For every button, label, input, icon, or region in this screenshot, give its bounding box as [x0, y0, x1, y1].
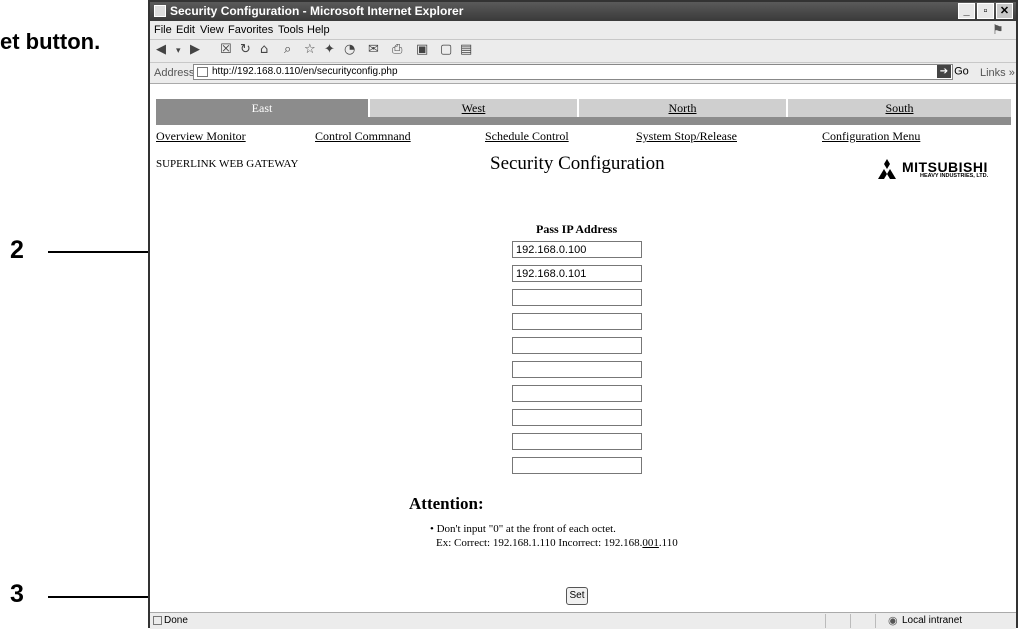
mail-icon[interactable]: ✉	[368, 42, 379, 57]
nav-control-command[interactable]: Control Commnand	[315, 129, 411, 144]
pass-ip-field-8[interactable]	[512, 409, 642, 426]
research-icon[interactable]: ▤	[460, 42, 472, 57]
refresh-icon[interactable]: ↻	[240, 42, 251, 57]
go-button[interactable]: ➔ Go	[937, 65, 969, 78]
print-icon[interactable]: ⎙	[392, 42, 402, 57]
pass-ip-field-6[interactable]	[512, 361, 642, 378]
callout-number-3: 3	[10, 580, 24, 608]
menu-file[interactable]: File	[154, 24, 172, 36]
tab-north[interactable]: North	[579, 99, 786, 117]
history-icon[interactable]: ◔	[344, 42, 355, 57]
status-text: Done	[164, 615, 188, 626]
address-url: http://192.168.0.110/en/securityconfig.p…	[212, 66, 398, 77]
intranet-globe-icon: ◉	[888, 615, 898, 627]
page-done-icon	[153, 616, 162, 625]
pass-ip-field-3[interactable]	[512, 289, 642, 306]
nav-overview-monitor[interactable]: Overview Monitor	[156, 129, 246, 144]
tab-west[interactable]: West	[370, 99, 577, 117]
three-diamonds-icon	[878, 159, 896, 179]
document-heading: et button.	[0, 29, 101, 54]
nav-schedule-control[interactable]: Schedule Control	[485, 129, 569, 144]
status-separator	[850, 614, 851, 628]
windows-flag-icon: ⚑	[992, 22, 1004, 37]
menu-favorites[interactable]: Favorites	[228, 24, 273, 36]
pass-ip-field-5[interactable]	[512, 337, 642, 354]
attention-bullet: • Don't input "0" at the front of each o…	[430, 523, 616, 535]
callout-number-2: 2	[10, 236, 24, 264]
back-dropdown-icon[interactable]: ▾	[176, 46, 181, 56]
pass-ip-field-7[interactable]	[512, 385, 642, 402]
security-zone: Local intranet	[902, 615, 963, 626]
address-input[interactable]: http://192.168.0.110/en/securityconfig.p…	[193, 64, 953, 80]
browser-window: Security Configuration - Microsoft Inter…	[148, 0, 1018, 629]
set-button[interactable]: Set	[566, 587, 588, 605]
pass-ip-field-4[interactable]	[512, 313, 642, 330]
go-arrow-icon: ➔	[937, 65, 951, 78]
go-label: Go	[954, 65, 969, 78]
page-title: Security Configuration	[490, 153, 665, 174]
mitsubishi-logo: MITSUBISHI HEAVY INDUSTRIES, LTD.	[874, 159, 1014, 181]
tab-underbar	[156, 117, 1011, 125]
menu-help[interactable]: Help	[307, 24, 330, 36]
edit-icon[interactable]: ▣	[416, 42, 428, 57]
title-bar: Security Configuration - Microsoft Inter…	[150, 2, 1016, 21]
logo-subtitle: HEAVY INDUSTRIES, LTD.	[920, 173, 989, 179]
status-bar: Done ◉ Local intranet	[150, 612, 1016, 629]
attention-heading: Attention:	[409, 494, 484, 513]
ie-icon	[154, 5, 166, 17]
maximize-button[interactable]: ▫	[977, 3, 994, 19]
home-icon[interactable]: ⌂	[260, 42, 268, 57]
menu-edit[interactable]: Edit	[176, 24, 195, 36]
search-icon[interactable]: ⌕	[284, 42, 291, 57]
attention-example-prefix: Ex: Correct: 192.168.1.110 Incorrect: 19…	[436, 537, 643, 549]
pass-ip-field-1[interactable]	[512, 241, 642, 258]
minimize-button[interactable]: _	[958, 3, 975, 19]
tab-south[interactable]: South	[788, 99, 1011, 117]
pass-ip-field-9[interactable]	[512, 433, 642, 450]
stop-icon[interactable]: ☒	[220, 42, 232, 57]
menu-view[interactable]: View	[200, 24, 224, 36]
pass-ip-field-2[interactable]	[512, 265, 642, 282]
discuss-icon[interactable]: ▢	[440, 42, 452, 57]
forward-icon[interactable]: ▶	[190, 42, 200, 57]
links-button[interactable]: Links »	[980, 67, 1015, 79]
pass-ip-label: Pass IP Address	[536, 222, 618, 236]
address-label: Address	[154, 67, 195, 79]
menu-tools[interactable]: Tools	[278, 24, 304, 36]
gateway-name: SUPERLINK WEB GATEWAY	[156, 158, 299, 170]
attention-example-bad: 001	[642, 537, 659, 549]
page-content: East West North South Overview Monitor C…	[156, 99, 1016, 614]
media-icon[interactable]: ✦	[324, 42, 335, 57]
nav-configuration-menu[interactable]: Configuration Menu	[822, 129, 920, 144]
favorites-icon[interactable]: ☆	[304, 42, 316, 57]
attention-bullet-text: Don't input "0" at the front of each oct…	[436, 523, 616, 535]
area-tabs: East West North South	[156, 99, 1011, 117]
menu-bar: File Edit View Favorites Tools Help ⚑	[150, 21, 1016, 40]
status-separator	[825, 614, 826, 628]
window-title: Security Configuration - Microsoft Inter…	[170, 4, 464, 18]
pass-ip-field-10[interactable]	[512, 457, 642, 474]
toolbar: ◀ ▾ ▶ ☒ ↻ ⌂ ⌕ ☆ ✦ ◔ ✉ ⎙ ▣ ▢ ▤	[150, 40, 1016, 63]
attention-example: Ex: Correct: 192.168.1.110 Incorrect: 19…	[436, 537, 678, 549]
attention-example-suffix: .110	[658, 537, 678, 549]
back-icon[interactable]: ◀	[156, 42, 166, 57]
close-button[interactable]: ✕	[996, 3, 1013, 19]
tab-east[interactable]: East	[156, 99, 368, 117]
nav-system-stop-release[interactable]: System Stop/Release	[636, 129, 737, 144]
address-bar: Address http://192.168.0.110/en/security…	[150, 63, 1016, 84]
status-separator	[875, 614, 876, 628]
page-icon	[197, 67, 208, 77]
